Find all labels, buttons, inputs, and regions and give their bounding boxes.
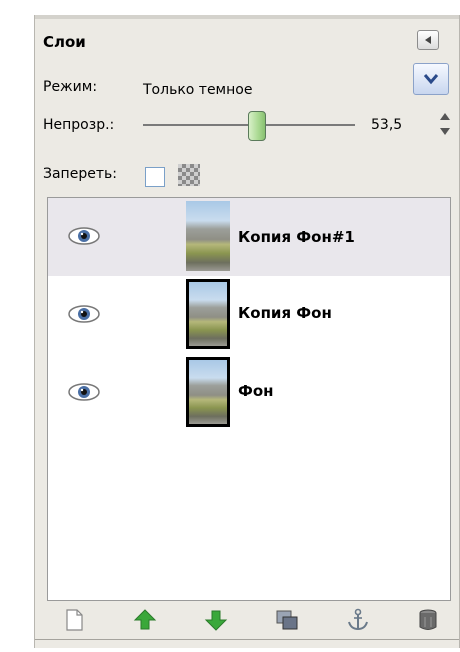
lock-label: Запереть:	[43, 166, 117, 182]
layer-name[interactable]: Копия Фон#1	[238, 228, 355, 246]
anchor-layer-icon[interactable]	[345, 607, 371, 633]
delete-layer-icon[interactable]	[415, 607, 441, 633]
layer-row[interactable]: Копия Фон#1	[48, 198, 450, 276]
lock-alpha-icon[interactable]	[178, 164, 200, 186]
eye-icon[interactable]	[66, 226, 102, 246]
opacity-label: Непрозр.:	[43, 117, 115, 133]
layer-name[interactable]: Фон	[238, 382, 274, 400]
panel-title: Слои	[43, 33, 86, 51]
layer-list[interactable]: Копия Фон#1 Копия Фон Фон	[47, 197, 451, 601]
layer-row[interactable]: Фон	[48, 354, 450, 432]
mode-dropdown-button[interactable]	[413, 63, 449, 95]
opacity-slider-thumb[interactable]	[248, 111, 266, 141]
panel-bottom-divider	[35, 639, 459, 640]
new-layer-icon[interactable]	[61, 607, 87, 633]
layer-row[interactable]: Копия Фон	[48, 276, 450, 354]
eye-icon[interactable]	[66, 382, 102, 402]
mode-select[interactable]: Только темное	[143, 79, 409, 101]
layers-panel: Слои Режим: Только темное Непрозр.: 53,5…	[34, 15, 460, 648]
layer-toolbar	[47, 603, 449, 637]
layer-thumbnail	[186, 279, 230, 349]
eye-icon[interactable]	[66, 304, 102, 324]
lower-layer-icon[interactable]	[203, 607, 229, 633]
lock-pixels-checkbox[interactable]	[145, 167, 165, 187]
layer-thumbnail	[186, 357, 230, 427]
panel-menu-button[interactable]	[417, 30, 439, 50]
layer-thumbnail	[186, 201, 230, 271]
raise-layer-icon[interactable]	[132, 607, 158, 633]
opacity-value[interactable]: 53,5	[371, 117, 402, 133]
layer-name[interactable]: Копия Фон	[238, 304, 332, 322]
triangle-left-icon	[425, 36, 431, 44]
mode-label: Режим:	[43, 79, 98, 95]
spin-arrows-icon[interactable]	[439, 111, 451, 137]
chevron-down-icon	[423, 74, 439, 85]
duplicate-layer-icon[interactable]	[274, 607, 300, 633]
panel-top-edge	[35, 15, 459, 19]
